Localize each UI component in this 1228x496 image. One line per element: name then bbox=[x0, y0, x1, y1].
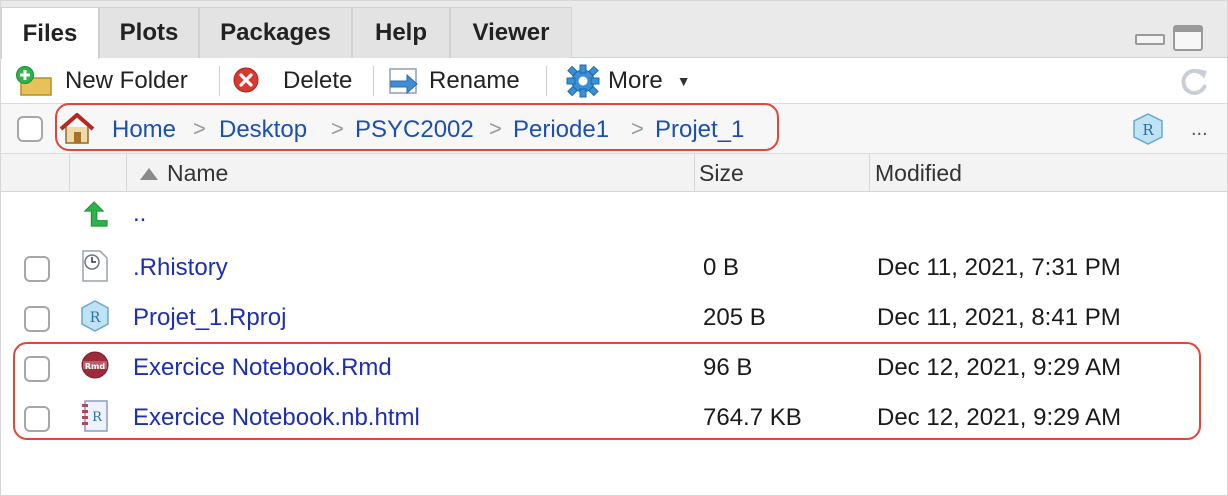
column-divider bbox=[126, 154, 127, 192]
delete-button[interactable]: Delete bbox=[233, 65, 352, 97]
file-modified: Dec 11, 2021, 8:41 PM bbox=[877, 304, 1121, 331]
more-options-button[interactable]: ... bbox=[1191, 118, 1208, 141]
table-row: R Exercice Notebook.nb.html 764.7 KB Dec… bbox=[1, 394, 1227, 444]
svg-text:R: R bbox=[92, 410, 103, 425]
go-up-arrow-icon bbox=[83, 201, 108, 227]
breadcrumb-psyc2002[interactable]: PSYC2002 bbox=[355, 116, 474, 144]
rename-label: Rename bbox=[429, 67, 520, 94]
rename-button[interactable]: Rename bbox=[387, 65, 520, 97]
toolbar-divider bbox=[219, 66, 220, 96]
file-size: 205 B bbox=[703, 304, 766, 331]
column-divider bbox=[869, 154, 870, 192]
notebook-file-icon: R bbox=[82, 400, 108, 432]
file-modified: Dec 11, 2021, 7:31 PM bbox=[877, 254, 1121, 281]
file-name-link[interactable]: Exercice Notebook.nb.html bbox=[133, 404, 420, 432]
svg-text:Rmd: Rmd bbox=[85, 362, 105, 371]
parent-directory-link[interactable]: .. bbox=[133, 200, 146, 228]
new-folder-icon bbox=[16, 66, 52, 96]
chevron-right-icon: > bbox=[631, 116, 644, 141]
gear-icon bbox=[566, 64, 600, 98]
new-folder-button[interactable]: New Folder bbox=[15, 65, 188, 97]
home-icon[interactable] bbox=[57, 112, 97, 146]
maximize-icon[interactable] bbox=[1173, 25, 1203, 51]
file-name-link[interactable]: Projet_1.Rproj bbox=[133, 304, 286, 332]
column-header: Name Size Modified bbox=[1, 154, 1227, 192]
row-checkbox[interactable] bbox=[24, 356, 50, 382]
file-name-link[interactable]: Exercice Notebook.Rmd bbox=[133, 354, 392, 382]
tab-help[interactable]: Help bbox=[352, 7, 450, 58]
column-name[interactable]: Name bbox=[167, 160, 228, 187]
delete-icon bbox=[233, 67, 259, 93]
file-name-link[interactable]: .Rhistory bbox=[133, 254, 228, 282]
chevron-right-icon: > bbox=[489, 116, 502, 141]
file-size: 0 B bbox=[703, 254, 740, 281]
table-row: .Rhistory 0 B Dec 11, 2021, 7:31 PM bbox=[1, 244, 1227, 294]
tab-packages[interactable]: Packages bbox=[199, 7, 352, 58]
file-modified: Dec 12, 2021, 9:29 AM bbox=[877, 354, 1122, 381]
file-size: 764.7 KB bbox=[703, 404, 802, 431]
breadcrumb-desktop[interactable]: Desktop bbox=[219, 116, 307, 144]
chevron-right-icon: > bbox=[331, 116, 344, 141]
breadcrumb-home[interactable]: Home bbox=[112, 116, 176, 144]
chevron-right-icon: > bbox=[193, 116, 206, 141]
sort-ascending-icon bbox=[140, 168, 158, 180]
more-label: More bbox=[608, 67, 663, 94]
svg-text:R: R bbox=[90, 310, 101, 326]
column-divider bbox=[694, 154, 695, 192]
column-size[interactable]: Size bbox=[699, 160, 744, 187]
delete-label: Delete bbox=[283, 67, 353, 94]
tab-plots[interactable]: Plots bbox=[99, 7, 199, 58]
column-modified[interactable]: Modified bbox=[875, 160, 962, 187]
tab-bar: Files Plots Packages Help Viewer bbox=[1, 1, 1227, 59]
breadcrumb-projet-1[interactable]: Projet_1 bbox=[655, 116, 744, 144]
parent-directory-row[interactable]: .. bbox=[1, 194, 1227, 244]
tab-files[interactable]: Files bbox=[1, 7, 99, 59]
select-all-checkbox[interactable] bbox=[17, 116, 43, 142]
toolbar: New Folder Delete Rename More ▼ bbox=[1, 58, 1227, 104]
files-pane: Files Plots Packages Help Viewer New Fol… bbox=[0, 0, 1228, 496]
toolbar-divider bbox=[373, 66, 374, 96]
row-checkbox[interactable] bbox=[24, 256, 50, 282]
breadcrumb-periode1[interactable]: Periode1 bbox=[513, 116, 609, 144]
toolbar-divider bbox=[546, 66, 547, 96]
project-r-icon[interactable]: R bbox=[1131, 112, 1165, 146]
refresh-icon[interactable] bbox=[1177, 65, 1211, 99]
file-modified: Dec 12, 2021, 9:29 AM bbox=[877, 404, 1122, 431]
row-checkbox[interactable] bbox=[24, 306, 50, 332]
table-row: Rmd Exercice Notebook.Rmd 96 B Dec 12, 2… bbox=[1, 344, 1227, 394]
file-size: 96 B bbox=[703, 354, 753, 381]
caret-down-icon: ▼ bbox=[676, 73, 691, 89]
minimize-icon[interactable] bbox=[1133, 25, 1165, 47]
new-folder-label: New Folder bbox=[65, 67, 188, 94]
more-button[interactable]: More ▼ bbox=[566, 64, 691, 98]
breadcrumb: Home > Desktop > PSYC2002 > Periode1 > P… bbox=[1, 104, 1227, 154]
rmd-file-icon: Rmd bbox=[81, 351, 109, 379]
tab-viewer[interactable]: Viewer bbox=[450, 7, 572, 58]
history-file-icon bbox=[82, 250, 108, 282]
table-row: R Projet_1.Rproj 205 B Dec 11, 2021, 8:4… bbox=[1, 294, 1227, 344]
row-checkbox[interactable] bbox=[24, 406, 50, 432]
rproj-file-icon: R bbox=[81, 300, 109, 332]
rename-icon bbox=[389, 68, 418, 95]
column-divider bbox=[69, 154, 70, 192]
svg-text:R: R bbox=[1142, 121, 1154, 139]
